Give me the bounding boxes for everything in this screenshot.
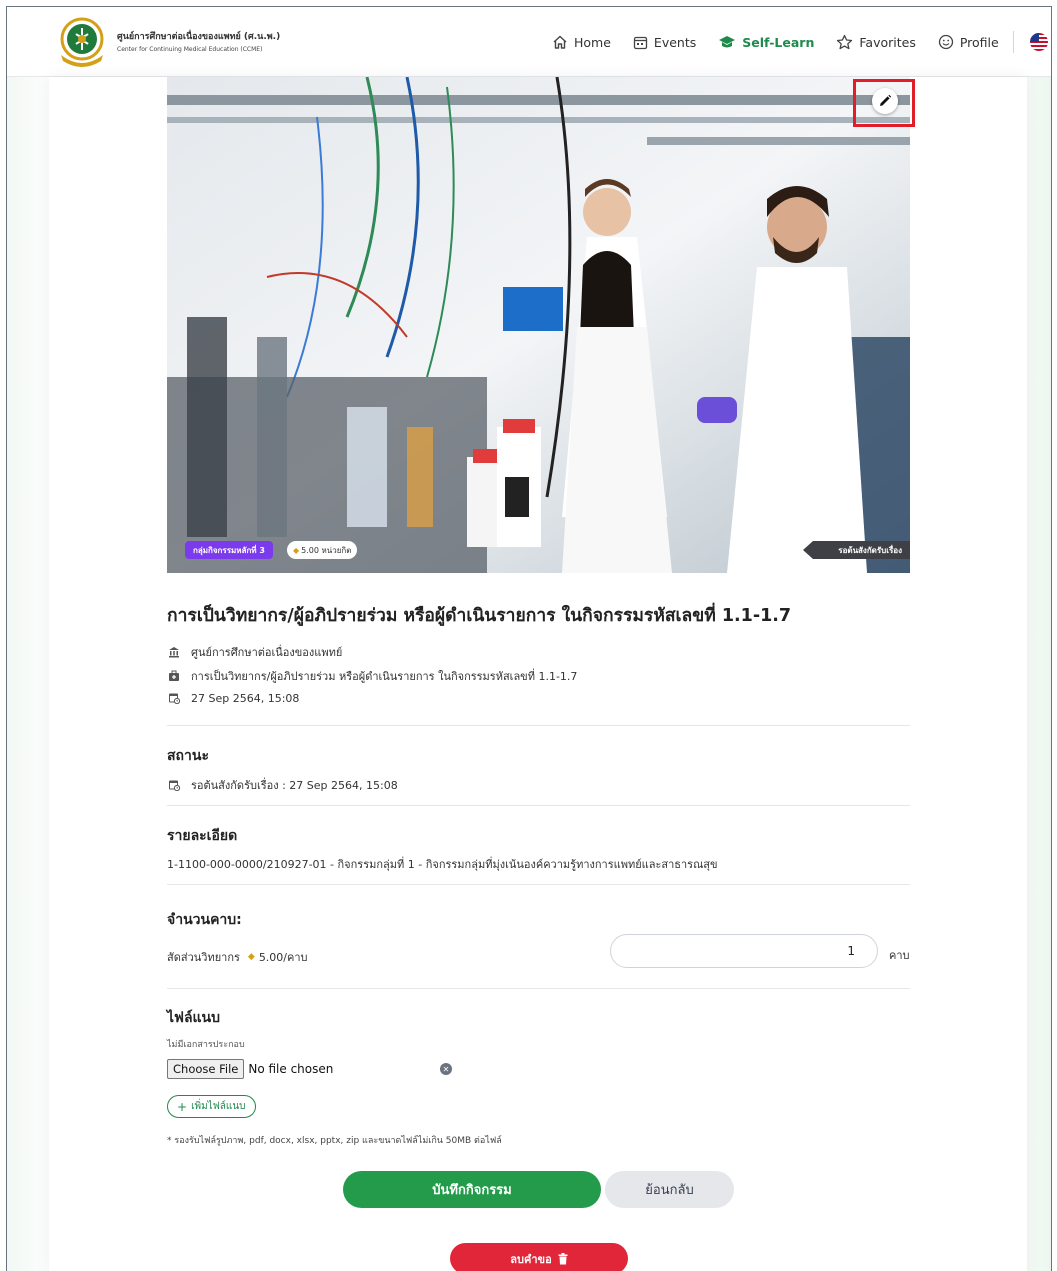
brand-name-th: ศูนย์การศึกษาต่อเนื่องของแพทย์ (ศ.น.พ.) <box>117 32 281 42</box>
save-activity-button[interactable]: บันทึกกิจกรรม <box>343 1171 601 1208</box>
status-ribbon: รอต้นสังกัดรับเรื่อง <box>803 541 910 559</box>
divider <box>167 988 910 989</box>
nav-favorites-label: Favorites <box>859 34 916 50</box>
divider <box>167 884 910 885</box>
institution-icon <box>167 645 181 659</box>
details-heading: รายละเอียด <box>167 828 238 844</box>
status-row: รอต้นสังกัดรับเรื่อง : 27 Sep 2564, 15:0… <box>167 776 398 794</box>
nav-profile[interactable]: Profile <box>938 34 999 50</box>
category-row: การเป็นวิทยากร/ผู้อภิปรายร่วม หรือผู้ดำเ… <box>167 667 577 685</box>
calendar-clock-icon <box>167 691 181 705</box>
graduation-cap-icon <box>719 36 736 48</box>
status-text: รอต้นสังกัดรับเรื่อง : 27 Sep 2564, 15:0… <box>191 779 398 792</box>
status-heading: สถานะ <box>167 748 209 764</box>
us-flag-icon[interactable] <box>1029 33 1048 51</box>
no-document-text: ไม่มีเอกสารประกอบ <box>167 1040 245 1050</box>
file-support-note: * รองรับไฟล์รูปภาพ, pdf, docx, xlsx, ppt… <box>167 1136 502 1146</box>
choose-file-button[interactable]: Choose File <box>167 1059 245 1079</box>
category-name: การเป็นวิทยากร/ผู้อภิปรายร่วม หรือผู้ดำเ… <box>191 670 578 683</box>
activity-cover-image <box>167 77 910 573</box>
clear-file-icon[interactable]: ✕ <box>440 1063 452 1075</box>
pencil-icon <box>880 94 892 106</box>
nav-home-label: Home <box>574 34 611 50</box>
calendar-icon <box>633 36 648 49</box>
diamond-icon: ◆ <box>293 545 300 555</box>
details-text: 1-1100-000-0000/210927-01 - กิจกรรมกลุ่ม… <box>167 858 718 871</box>
credit-tag-label: 5.00 หน่วยกิต <box>301 545 352 555</box>
calendar-clock-icon <box>167 778 181 792</box>
nav-favorites[interactable]: Favorites <box>836 34 916 50</box>
delete-request-label: ลบคำขอ <box>510 1252 552 1266</box>
browser-frame: ศูนย์การศึกษาต่อเนื่องของแพทย์ (ศ.น.พ.) … <box>6 6 1052 1271</box>
main-nav: Home Events Self-Learn Favorites Profile <box>552 7 1048 77</box>
nav-profile-label: Profile <box>959 34 999 50</box>
nav-home[interactable]: Home <box>552 34 611 50</box>
plus-icon: + <box>177 1099 188 1114</box>
edit-image-button[interactable] <box>872 88 898 114</box>
nav-self-learn-label: Self-Learn <box>742 34 815 50</box>
diamond-icon: ◆ <box>247 952 255 962</box>
periods-heading: จำนวนคาบ: <box>167 912 242 928</box>
activity-title: การเป็นวิทยากร/ผู้อภิปรายร่วม หรือผู้ดำเ… <box>167 606 792 626</box>
top-navbar: ศูนย์การศึกษาต่อเนื่องของแพทย์ (ศ.น.พ.) … <box>7 7 1051 77</box>
activity-card: กลุ่มกิจกรรมหลักที่ 3 ◆ 5.00 หน่วยกิต รอ… <box>49 77 1027 1271</box>
nav-self-learn[interactable]: Self-Learn <box>718 34 814 50</box>
ccme-logo[interactable] <box>55 15 109 69</box>
organizer-row: ศูนย์การศึกษาต่อเนื่องของแพทย์ <box>167 643 342 661</box>
organizer-name: ศูนย์การศึกษาต่อเนื่องของแพทย์ <box>191 646 343 659</box>
activity-group-tag: กลุ่มกิจกรรมหลักที่ 3 <box>185 541 273 559</box>
add-attachment-button[interactable]: + เพิ่มไฟล์แนบ <box>167 1095 256 1118</box>
ratio-label: สัดส่วนวิทยากร <box>167 951 240 964</box>
smiley-icon <box>938 34 953 50</box>
trash-icon <box>558 1252 568 1264</box>
speaker-ratio: สัดส่วนวิทยากร ◆ 5.00/คาบ <box>167 948 308 966</box>
nav-events[interactable]: Events <box>633 35 696 50</box>
nav-divider <box>1012 31 1014 53</box>
add-attachment-label: เพิ่มไฟล์แนบ <box>191 1101 246 1112</box>
date-row: 27 Sep 2564, 15:08 <box>167 691 299 705</box>
divider <box>167 725 910 726</box>
laboratory-photo <box>167 77 910 573</box>
divider <box>167 805 910 806</box>
delete-request-button[interactable]: ลบคำขอ <box>450 1243 628 1271</box>
brand-name-en: Center for Continuing Medical Education … <box>117 46 263 53</box>
brand-text: ศูนย์การศึกษาต่อเนื่องของแพทย์ (ศ.น.พ.) … <box>117 29 280 53</box>
period-unit: คาบ <box>889 949 910 962</box>
star-icon <box>837 34 853 50</box>
home-icon <box>553 35 567 49</box>
back-button[interactable]: ย้อนกลับ <box>605 1171 734 1208</box>
period-quantity-input[interactable] <box>610 934 878 968</box>
nav-events-label: Events <box>653 34 697 50</box>
activity-date: 27 Sep 2564, 15:08 <box>191 691 300 705</box>
attachments-heading: ไฟล์แนบ <box>167 1010 221 1026</box>
ratio-value: 5.00/คาบ <box>258 951 308 964</box>
file-input: Choose File No file chosen <box>167 1059 333 1079</box>
credit-tag: ◆ 5.00 หน่วยกิต <box>287 541 358 559</box>
briefcase-medical-icon <box>167 669 181 683</box>
no-file-chosen-text: No file chosen <box>248 1062 334 1076</box>
